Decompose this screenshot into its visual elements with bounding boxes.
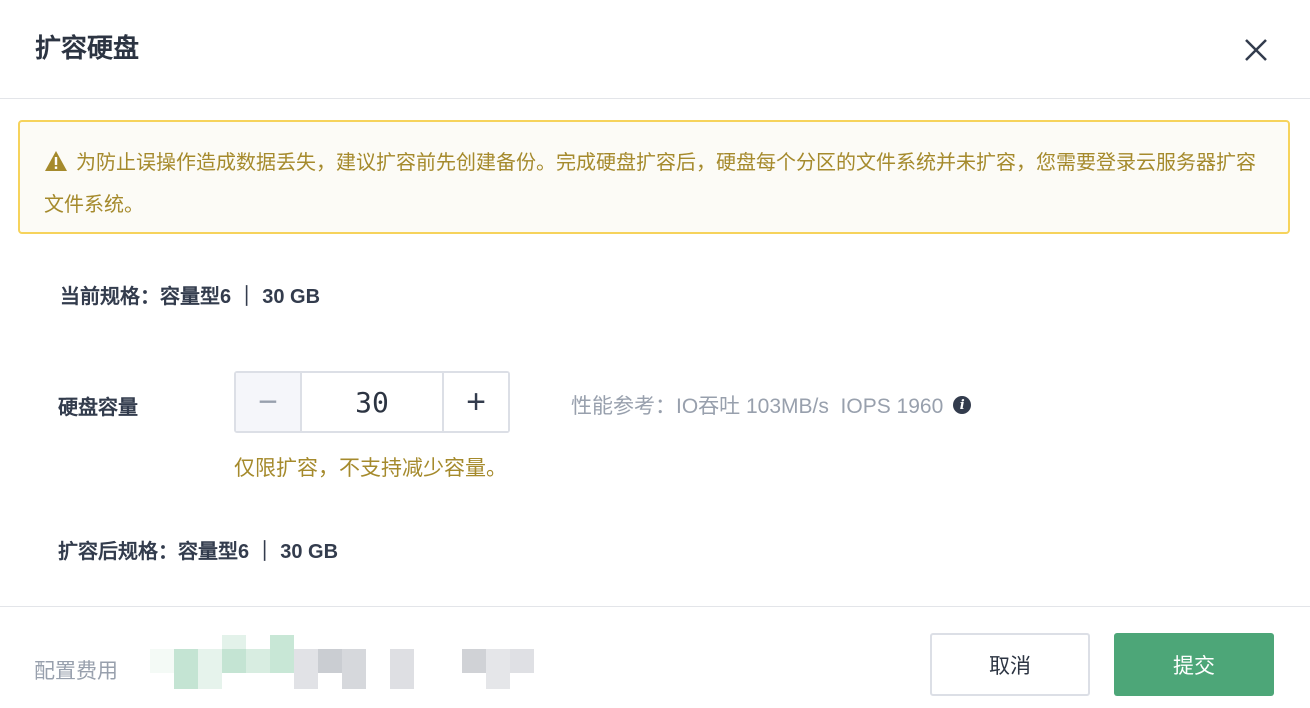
performance-text: 性能参考：IO吞吐 103MB/s IOPS 1960: [571, 395, 944, 418]
warning-alert: 为防止误操作造成数据丢失，建议扩容前先创建备份。完成硬盘扩容后，硬盘每个分区的文…: [18, 120, 1290, 234]
dialog-header: 扩容硬盘: [0, 0, 1310, 99]
fee-label: 配置费用: [34, 660, 118, 683]
performance-reference: 性能参考：IO吞吐 103MB/s IOPS 1960 i: [571, 390, 972, 420]
increase-button[interactable]: +: [442, 373, 508, 431]
info-icon[interactable]: i: [953, 396, 972, 414]
cancel-button[interactable]: 取消: [930, 633, 1090, 696]
capacity-input[interactable]: 30: [302, 373, 442, 431]
current-spec: 当前规格：容量型6 ｜ 30 GB: [60, 280, 320, 309]
submit-button[interactable]: 提交: [1114, 633, 1274, 696]
new-spec-value: 容量型6 ｜ 30 GB: [178, 541, 339, 563]
dialog-footer: 配置费用 取消 提交: [0, 606, 1310, 708]
close-icon[interactable]: [1240, 34, 1272, 66]
alert-text: 为防止误操作造成数据丢失，建议扩容前先创建备份。完成硬盘扩容后，硬盘每个分区的文…: [44, 152, 1256, 216]
current-spec-label: 当前规格：: [60, 286, 160, 308]
dialog-title: 扩容硬盘: [35, 33, 140, 63]
decrease-button[interactable]: −: [236, 373, 302, 431]
new-spec-label: 扩容后规格：: [58, 541, 178, 563]
warning-icon: [44, 147, 68, 186]
capacity-label: 硬盘容量: [58, 397, 138, 419]
current-spec-value: 容量型6 ｜ 30 GB: [160, 286, 321, 308]
new-spec: 扩容后规格：容量型6 ｜ 30 GB: [58, 535, 338, 564]
capacity-hint: 仅限扩容，不支持减少容量。: [234, 457, 507, 480]
capacity-stepper[interactable]: − 30 +: [234, 371, 510, 433]
